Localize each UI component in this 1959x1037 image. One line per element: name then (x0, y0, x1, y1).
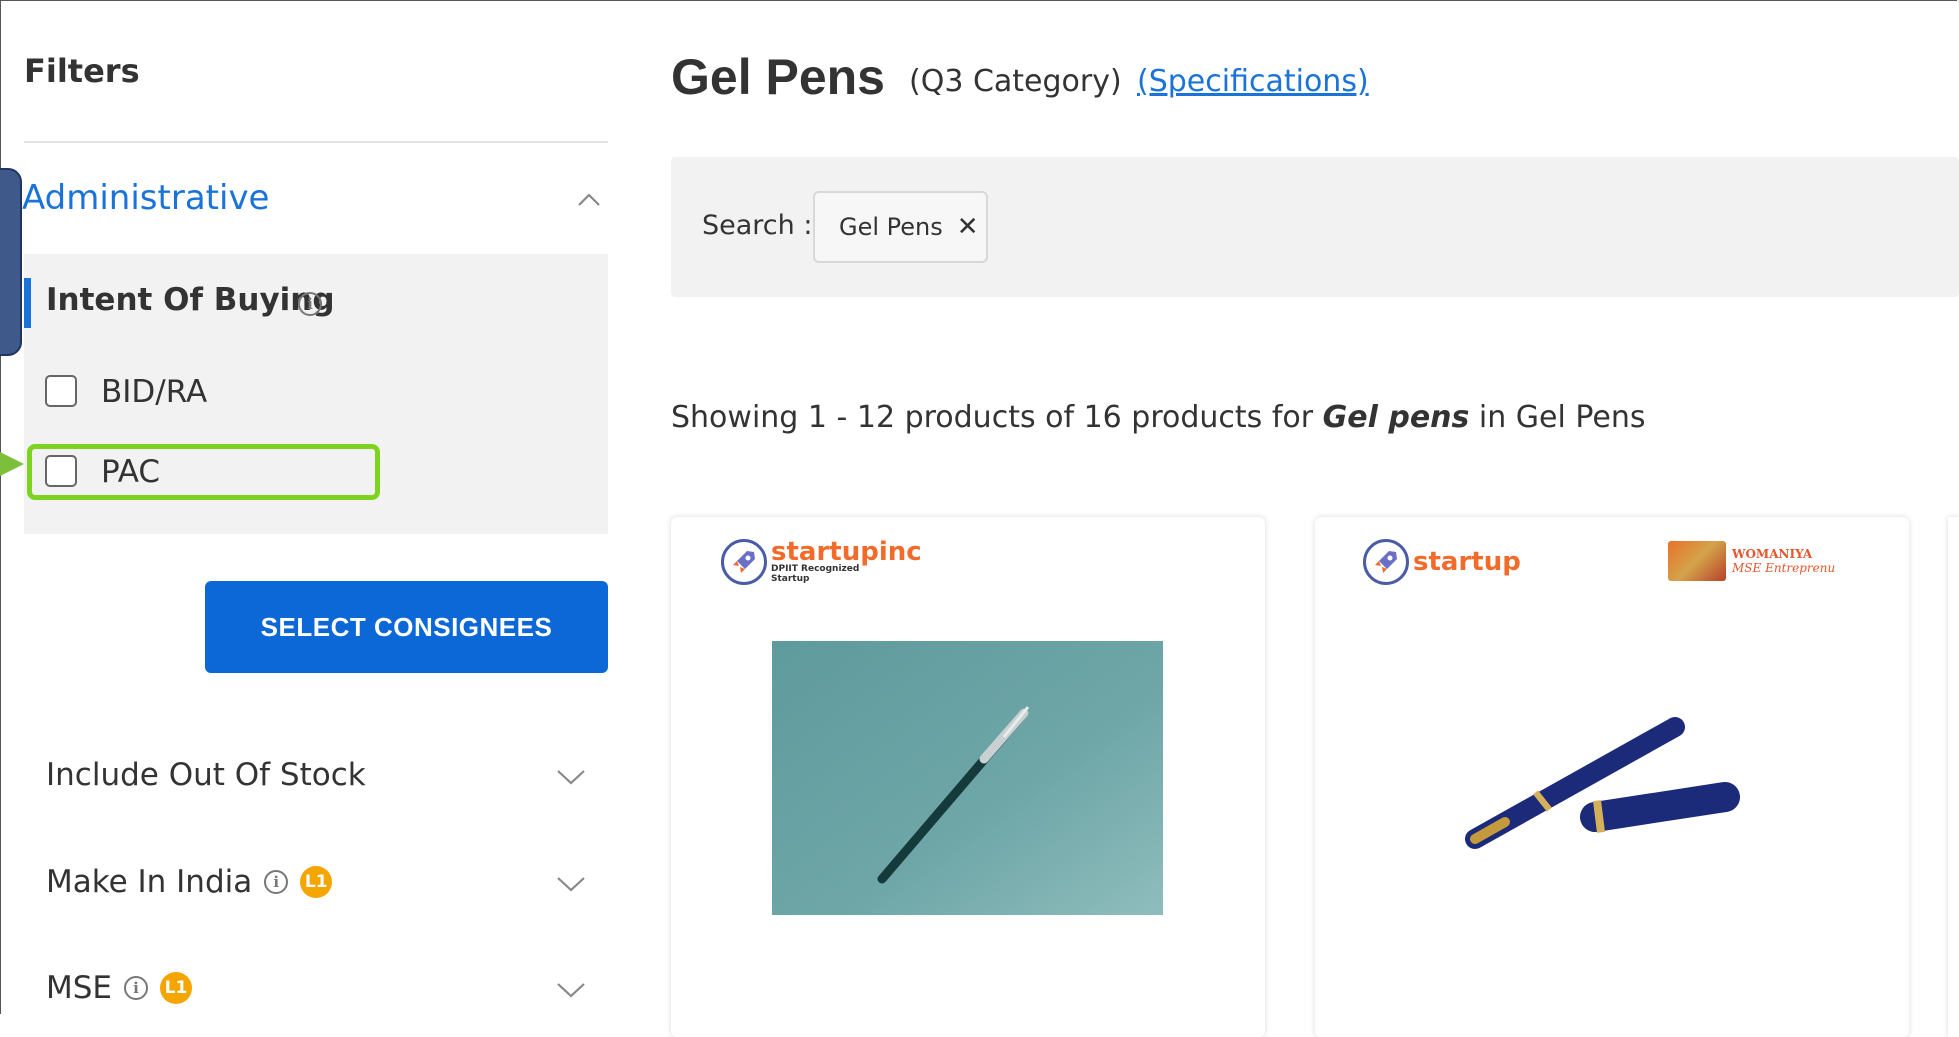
womaniya-text-block: WOMANIYA MSE Entreprenu (1732, 547, 1835, 576)
chevron-down-icon[interactable] (556, 871, 586, 895)
startup-text-block: startupinc DPIIT Recognized Startup (771, 539, 922, 585)
side-panel-tab[interactable] (0, 168, 22, 356)
pac-checkbox[interactable] (45, 455, 77, 487)
select-consignees-button[interactable]: SELECT CONSIGNEES (205, 581, 608, 673)
startup-sub2: Startup (771, 574, 810, 584)
filter-make-in-india[interactable]: Make In India i L1 (46, 864, 333, 900)
intent-of-buying-label: Intent Of Buying (46, 282, 335, 318)
chevron-up-icon[interactable] (577, 188, 601, 212)
product-image[interactable] (772, 641, 1163, 915)
search-chip[interactable]: Gel Pens ✕ (813, 191, 988, 263)
rocket-icon (1363, 539, 1409, 585)
bid-ra-label[interactable]: BID/RA (101, 374, 207, 410)
product-image[interactable] (1445, 677, 1765, 877)
results-term: Gel pens (1322, 400, 1470, 435)
filter-label: Include Out Of Stock (46, 757, 366, 793)
filter-include-out-of-stock[interactable]: Include Out Of Stock (46, 757, 366, 793)
pac-highlight-box (27, 444, 380, 500)
page-title: Gel Pens (671, 49, 885, 105)
product-card-partial[interactable] (1948, 517, 1959, 1037)
filter-mse[interactable]: MSE i L1 (46, 970, 193, 1006)
annotation-arrow (0, 452, 24, 476)
results-prefix: Showing 1 - 12 products of 16 products f… (671, 400, 1314, 435)
product-card[interactable]: startupinc DPIIT Recognized Startup (671, 517, 1265, 1037)
product-card[interactable]: startup WOMANIYA MSE Entreprenu (1315, 517, 1909, 1037)
close-icon[interactable]: ✕ (957, 212, 979, 242)
rocket-icon (721, 539, 767, 585)
filters-title: Filters (24, 52, 140, 90)
chevron-down-icon[interactable] (556, 764, 586, 788)
search-chip-label: Gel Pens (839, 213, 943, 241)
results-summary: Showing 1 - 12 products of 16 products f… (671, 400, 1646, 435)
results-suffix: in Gel Pens (1478, 400, 1646, 435)
startup-badge: startup (1363, 539, 1521, 585)
chevron-down-icon[interactable] (556, 977, 586, 1001)
search-label: Search : (702, 210, 813, 241)
info-icon[interactable]: i (298, 292, 322, 316)
l1-badge: L1 (300, 866, 333, 898)
pac-label[interactable]: PAC (101, 454, 160, 490)
filter-label: Make In India (46, 864, 253, 900)
specifications-link[interactable]: (Specifications) (1137, 64, 1369, 99)
category-label: (Q3 Category) (909, 64, 1122, 99)
womaniya-logo (1668, 541, 1726, 581)
sidebar-divider (24, 141, 608, 143)
startup-badge: startupinc DPIIT Recognized Startup (721, 539, 922, 585)
info-icon[interactable]: i (264, 870, 289, 894)
intent-indicator-bar (24, 278, 31, 328)
womaniya-line1: WOMANIYA (1732, 546, 1813, 561)
bid-ra-checkbox[interactable] (45, 375, 77, 407)
info-icon[interactable]: i (124, 976, 149, 1000)
womaniya-badge: WOMANIYA MSE Entreprenu (1668, 541, 1835, 581)
l1-badge: L1 (160, 972, 193, 1004)
womaniya-line2: MSE Entreprenu (1732, 561, 1836, 575)
startup-label: startup (1413, 547, 1521, 577)
filter-label: MSE (46, 970, 113, 1006)
startup-label: startupinc (771, 537, 922, 568)
administrative-section-title[interactable]: Administrative (22, 178, 269, 218)
